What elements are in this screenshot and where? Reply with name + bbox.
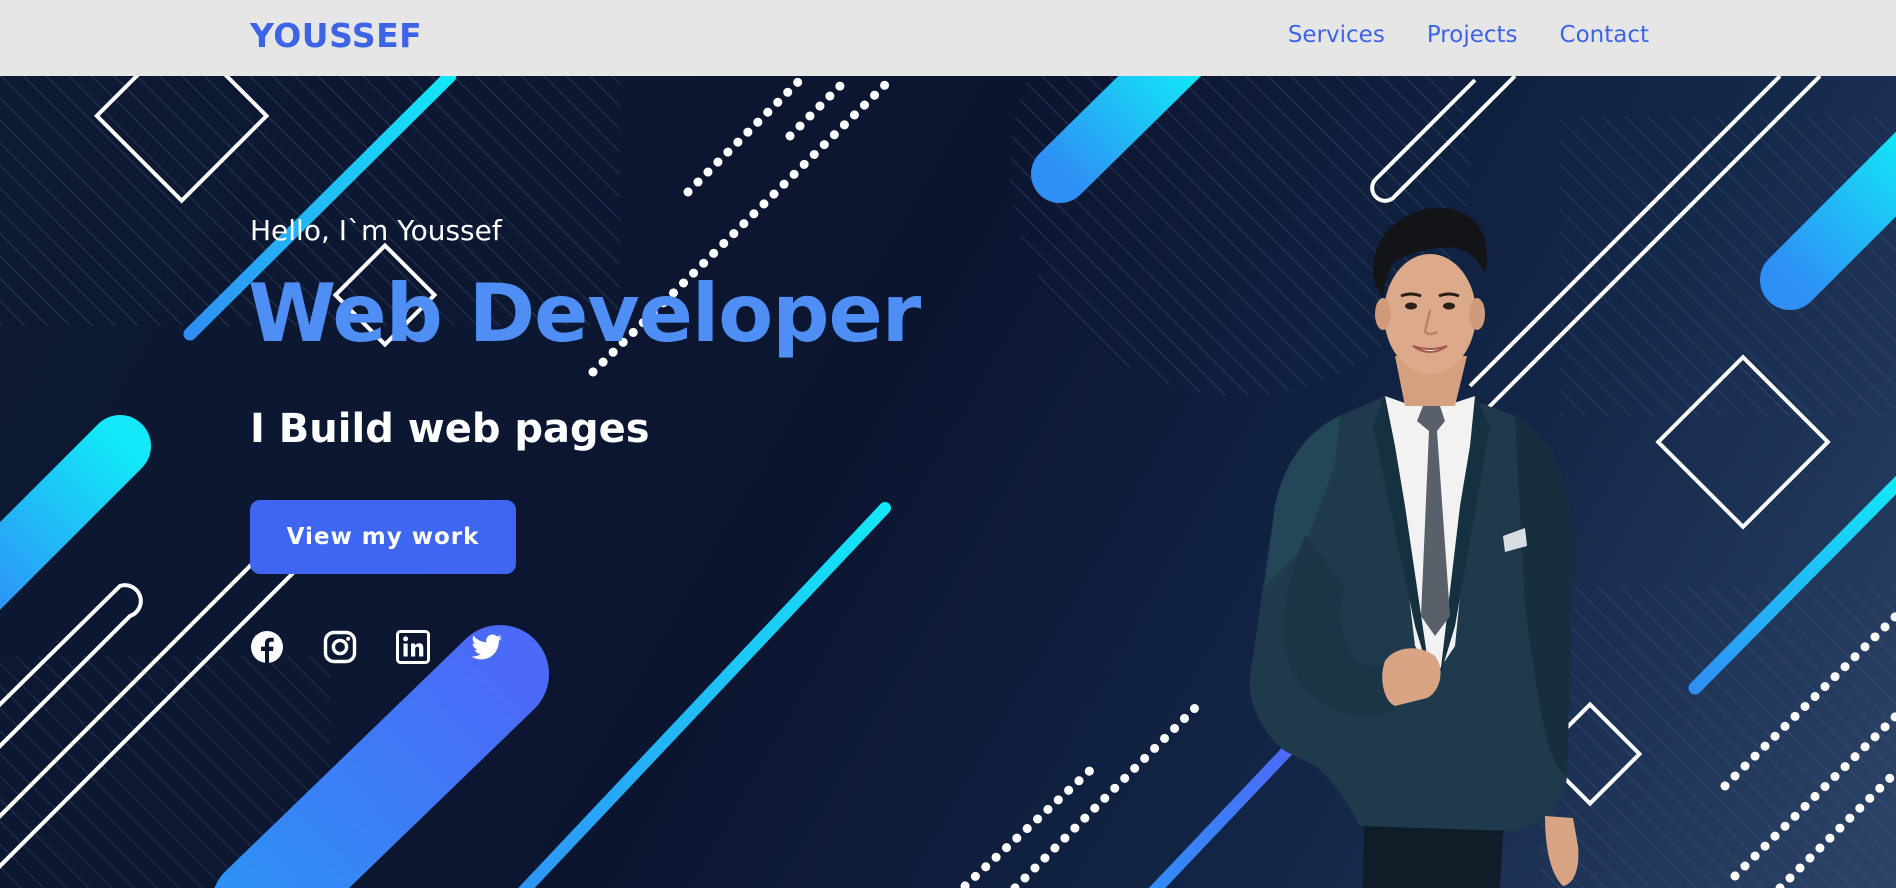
instagram-icon[interactable] (323, 630, 357, 664)
hero-title: Web Developer (248, 267, 921, 360)
nav-link-contact[interactable]: Contact (1560, 22, 1649, 48)
nav-links: Services Projects Contact (1288, 22, 1649, 48)
linkedin-icon[interactable] (396, 630, 430, 664)
portrait-image (1249, 207, 1579, 888)
social-links (250, 630, 503, 664)
view-my-work-button[interactable]: View my work (250, 500, 516, 574)
hero-subtitle: I Build web pages (250, 406, 650, 452)
logo[interactable]: YOUSSEF (250, 16, 422, 55)
hero-background-decoration (0, 76, 1896, 888)
hero-greeting: Hello, I`m Youssef (250, 214, 502, 247)
nav-link-services[interactable]: Services (1288, 22, 1385, 48)
navbar: YOUSSEF Services Projects Contact (0, 0, 1896, 76)
hero-section: Hello, I`m Youssef Web Developer I Build… (0, 76, 1896, 888)
facebook-icon[interactable] (250, 630, 284, 664)
nav-link-projects[interactable]: Projects (1427, 22, 1518, 48)
twitter-icon[interactable] (469, 630, 503, 664)
